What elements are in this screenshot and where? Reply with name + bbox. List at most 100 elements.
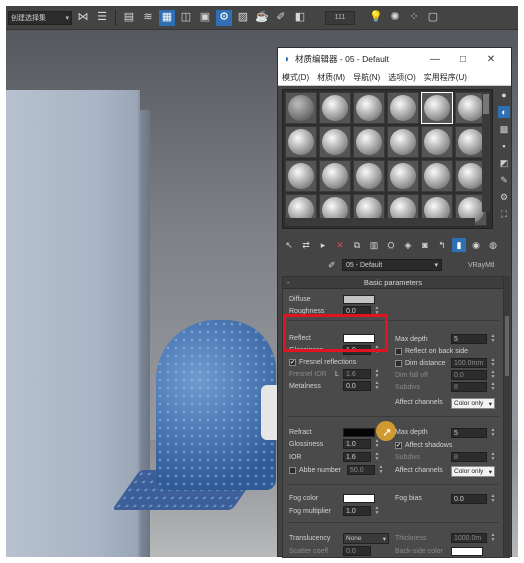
menu-utilities[interactable]: 实用程序(U) (424, 72, 467, 83)
fog-multiplier-field[interactable]: 1.0 (343, 506, 371, 516)
roughness-spinner[interactable]: ▲ ▼ (374, 306, 380, 316)
material-editor-icon[interactable]: ▣ (197, 10, 213, 26)
abbe-checkbox[interactable] (289, 467, 296, 474)
affect-channels-dropdown[interactable]: Color only ▾ (451, 398, 495, 409)
refract-subdivs-spinner[interactable]: ▲ ▼ (490, 452, 496, 462)
menu-options[interactable]: 选项(O) (388, 72, 416, 83)
mirror-icon[interactable]: ⋈ (75, 10, 91, 26)
back-side-color-swatch[interactable] (451, 547, 483, 556)
material-slot[interactable] (353, 92, 385, 124)
go-to-parent-icon[interactable]: ↰ (435, 238, 449, 252)
scrollbar-thumb[interactable] (505, 316, 509, 376)
dim-distance-spinner[interactable]: ▲ ▼ (490, 358, 496, 368)
dim-distance-row[interactable]: Dim distance (395, 358, 445, 369)
fresnel-checkbox-row[interactable]: ✔ Fresnel reflections (289, 357, 356, 368)
sample-type-icon[interactable]: ● (498, 89, 510, 101)
refract-color-swatch[interactable] (343, 428, 375, 437)
dim-distance-checkbox[interactable] (395, 360, 402, 367)
go-forward-sibling-icon[interactable]: ▮ (452, 238, 466, 252)
eyedropper-icon[interactable]: ✐ (328, 260, 342, 271)
get-material-icon[interactable]: ↖ (282, 238, 296, 252)
assign-to-selection-icon[interactable]: ▸ (316, 238, 330, 252)
affect-shadows-checkbox[interactable]: ✔ (395, 442, 402, 449)
scatter-coeff-field[interactable]: 0.0 (343, 546, 371, 556)
reflect-back-row[interactable]: Reflect on back side (395, 346, 468, 357)
render-frame-icon[interactable]: ▨ (235, 10, 251, 26)
max-depth-field[interactable]: 5 (451, 334, 487, 344)
material-slot[interactable] (387, 126, 419, 158)
material-slot[interactable] (319, 126, 351, 158)
put-to-library-icon[interactable]: ▥ (367, 238, 381, 252)
ior-field[interactable]: 1.6 (343, 452, 371, 462)
metalness-spinner[interactable]: ▲ ▼ (374, 381, 380, 391)
background-icon[interactable]: ▩ (498, 123, 510, 135)
refract-max-depth-spinner[interactable]: ▲ ▼ (490, 428, 496, 438)
material-slot[interactable] (387, 92, 419, 124)
glossiness-spinner[interactable]: ▲ ▼ (374, 345, 380, 355)
refract-glossiness-spinner[interactable]: ▲ ▼ (374, 439, 380, 449)
diffuse-color-swatch[interactable] (343, 295, 375, 304)
dim-falloff-field[interactable]: 0.0 (451, 370, 487, 380)
video-color-check-icon[interactable]: ◩ (498, 157, 510, 169)
menu-navigation[interactable]: 导航(N) (353, 72, 380, 83)
material-slot[interactable] (285, 92, 317, 124)
collapse-toggle[interactable]: - (287, 278, 301, 287)
slots-vertical-scrollbar[interactable] (482, 92, 490, 212)
roughness-field[interactable]: 0.0 (343, 306, 371, 316)
dim-falloff-spinner[interactable]: ▲ ▼ (490, 370, 496, 380)
dots-icon[interactable]: ⁘ (406, 10, 422, 26)
fog-multiplier-spinner[interactable]: ▲ ▼ (374, 506, 380, 516)
material-name-field[interactable]: 05 - Default ▾ (342, 259, 442, 271)
make-unique-icon[interactable]: ⧉ (350, 238, 364, 252)
refract-glossiness-field[interactable]: 1.0 (343, 439, 371, 449)
select-by-material-icon[interactable]: ⛶ (498, 208, 510, 220)
scrollbar-thumb[interactable] (483, 94, 489, 114)
fog-bias-spinner[interactable]: ▲ ▼ (490, 494, 496, 504)
rollout-scrollbar[interactable] (504, 276, 510, 558)
refract-affect-channels-dropdown[interactable]: Color only ▾ (451, 466, 495, 477)
put-to-scene-icon[interactable]: ⇄ (299, 238, 313, 252)
subdivs-field[interactable]: 8 (451, 382, 487, 392)
pick-material-icon[interactable]: ◉ (469, 238, 483, 252)
material-id-icon[interactable]: ⛭ (384, 238, 398, 252)
maximize-button[interactable]: □ (449, 54, 477, 65)
options-icon[interactable]: ⚙ (498, 191, 510, 203)
show-in-viewport-icon[interactable]: ◈ (401, 238, 415, 252)
glossiness-field[interactable]: 1.0 (343, 345, 371, 355)
fresnel-checkbox[interactable]: ✔ (289, 359, 296, 366)
abbe-field[interactable]: 50.0 (347, 465, 375, 475)
material-slot-selected[interactable] (421, 92, 453, 124)
backlight-icon[interactable]: ◐ (498, 106, 510, 118)
uv-tiling-icon[interactable]: ▪ (498, 140, 510, 152)
slots-horizontal-scrollbar[interactable] (285, 218, 475, 226)
scene-explorer-icon[interactable]: ≋ (140, 10, 156, 26)
material-slot[interactable] (353, 160, 385, 192)
teapot-icon[interactable]: ✐ (273, 10, 289, 26)
material-slot[interactable] (421, 126, 453, 158)
align-icon[interactable]: ☰ (94, 10, 110, 26)
curve-editor-icon[interactable]: ▦ (159, 9, 175, 26)
fresnel-ior-lock[interactable]: L (335, 369, 339, 380)
abbe-spinner[interactable]: ▲ ▼ (378, 465, 384, 475)
material-slot[interactable] (421, 160, 453, 192)
render-setup-icon[interactable]: ⚙ (216, 9, 232, 26)
subdivs-spinner[interactable]: ▲ ▼ (490, 382, 496, 392)
reflect-back-checkbox[interactable] (395, 348, 402, 355)
max-depth-spinner[interactable]: ▲ ▼ (490, 334, 496, 344)
render-icon[interactable]: ☕ (254, 10, 270, 26)
selection-set-combo[interactable]: 创建选择集 ▾ (8, 10, 72, 25)
reflect-color-swatch[interactable] (343, 334, 375, 343)
material-slot[interactable] (285, 160, 317, 192)
minimize-button[interactable]: — (421, 54, 449, 65)
fog-bias-field[interactable]: 0.0 (451, 494, 487, 504)
close-button[interactable]: ✕ (477, 54, 505, 65)
material-type-button[interactable]: VRayMtl (468, 262, 494, 269)
thickness-field[interactable]: 1000.0m (451, 533, 487, 543)
material-slot[interactable] (387, 160, 419, 192)
show-end-result-icon[interactable]: ◙ (418, 238, 432, 252)
material-slot[interactable] (285, 126, 317, 158)
fog-color-swatch[interactable] (343, 494, 375, 503)
refract-max-depth-field[interactable]: 5 (451, 428, 487, 438)
make-preview-icon[interactable]: ✎ (498, 174, 510, 186)
translucency-dropdown[interactable]: None ▾ (343, 533, 389, 544)
